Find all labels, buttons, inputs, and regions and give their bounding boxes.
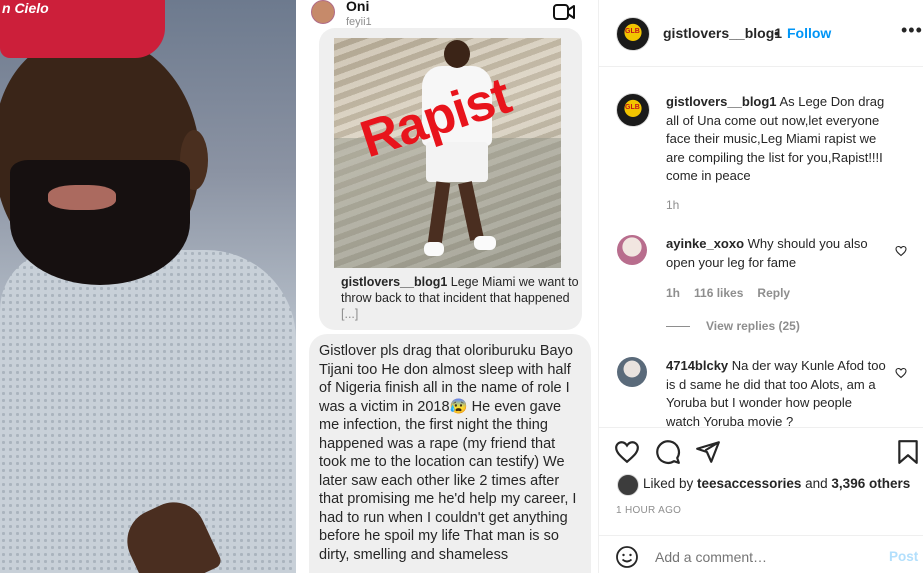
shared-caption-more: [...] [341, 307, 359, 321]
dm-message-text: Gistlover pls drag that oloriburuku Bayo… [319, 343, 577, 563]
post-media[interactable]: n Cielo Oni feyii1 Rapist gistlovers__bl… [0, 0, 598, 573]
comment-like-icon[interactable] [895, 245, 907, 257]
add-comment-input[interactable] [655, 549, 875, 565]
shared-post-bubble: Rapist gistlovers__blog1 Lege Miami we w… [319, 28, 582, 330]
avatar-logo-text: GLB [625, 28, 640, 35]
liked-by-prefix: Liked by [643, 476, 698, 491]
caption-user[interactable]: gistlovers__blog1 [666, 94, 777, 109]
share-icon[interactable] [695, 439, 721, 465]
dm-handle: feyii1 [346, 16, 372, 28]
post-actions: Liked by teesaccessories and 3,396 other… [599, 427, 923, 573]
more-options-icon[interactable]: ••• [901, 20, 923, 41]
dm-screenshot: Oni feyii1 Rapist gistlovers__blog1 Lege… [296, 0, 598, 573]
follow-button[interactable]: Follow [787, 25, 831, 41]
account-name[interactable]: gistlovers__blog1 [663, 25, 782, 41]
liked-by-text: Liked by teesaccessories and 3,396 other… [643, 476, 910, 491]
reply-button[interactable]: Reply [757, 286, 790, 300]
dm-message-bubble: Gistlover pls drag that oloriburuku Bayo… [309, 334, 591, 573]
video-call-icon [553, 4, 575, 20]
emoji-icon[interactable] [615, 545, 639, 569]
post-sidebar: GLB gistlovers__blog1 • Follow ••• GLB g… [598, 0, 923, 573]
shared-post-caption: gistlovers__blog1 Lege Miami we want to … [341, 274, 581, 322]
dm-name: Oni [346, 0, 370, 14]
red-cap: n Cielo [0, 0, 165, 58]
view-replies-label: View replies (25) [706, 319, 800, 333]
comment-likes[interactable]: 116 likes [694, 286, 743, 300]
comment-like-icon[interactable] [895, 367, 907, 379]
comment-1-meta: 1h 116 likes Reply [666, 286, 804, 300]
man-mouth [48, 185, 116, 210]
dm-header: Oni feyii1 [296, 0, 598, 30]
caption-avatar-text: GLB [625, 104, 640, 111]
comment-time: 1h [666, 286, 681, 300]
comment-avatar[interactable] [617, 357, 647, 387]
add-comment-row: Post [599, 535, 923, 573]
man-photo: n Cielo [0, 0, 296, 573]
dm-avatar [311, 0, 335, 24]
post-comment-button[interactable]: Post [889, 549, 918, 564]
liked-by-user[interactable]: teesaccessories [697, 476, 801, 491]
post-header: GLB gistlovers__blog1 • Follow ••• [599, 0, 923, 67]
caption-time: 1h [666, 198, 680, 212]
comments-list[interactable]: GLB gistlovers__blog1 As Lege Don drag a… [599, 67, 923, 427]
comment-avatar[interactable] [617, 235, 647, 265]
liked-by-suffix: and [801, 476, 832, 491]
caption-avatar[interactable]: GLB [616, 93, 650, 127]
others-count[interactable]: 3,396 others [831, 476, 910, 491]
shared-post-photo: Rapist [334, 38, 561, 268]
post-caption: gistlovers__blog1 As Lege Don drag all o… [666, 93, 888, 186]
comment-user[interactable]: ayinke_xoxo [666, 236, 744, 251]
man-beard [10, 160, 190, 285]
cap-logo-text: n Cielo [2, 0, 49, 16]
shared-caption-user: gistlovers__blog1 [341, 275, 448, 289]
comment-icon[interactable] [655, 439, 681, 465]
view-replies-button[interactable]: View replies (25) [666, 319, 800, 333]
heart-icon[interactable] [614, 439, 640, 465]
comment-1: ayinke_xoxo Why should you also open you… [666, 235, 888, 272]
post-time-ago[interactable]: 1 HOUR AGO [616, 505, 681, 516]
liker-avatar[interactable] [617, 474, 639, 496]
comment-2: 4714blcky Na der way Kunle Afod too is d… [666, 357, 888, 427]
bookmark-icon[interactable] [895, 439, 921, 465]
comment-user[interactable]: 4714blcky [666, 358, 728, 373]
separator-dot: • [774, 25, 779, 41]
account-avatar[interactable]: GLB [616, 17, 650, 51]
